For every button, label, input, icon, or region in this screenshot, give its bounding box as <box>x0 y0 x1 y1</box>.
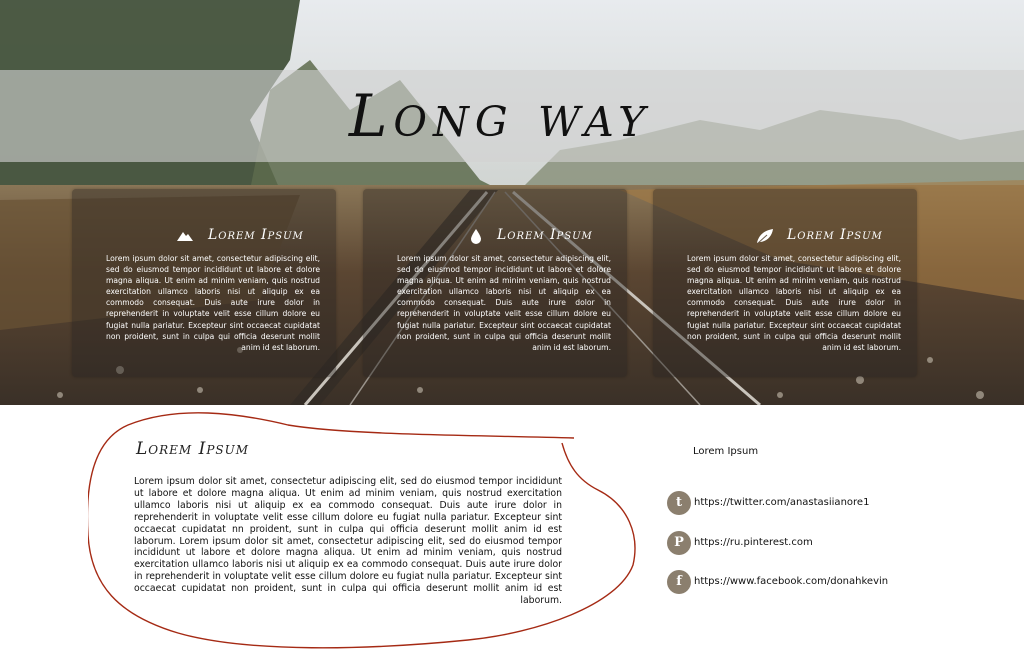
section-title: Lorem Ipsum <box>136 439 250 459</box>
card-header: Lorem Ipsum <box>653 227 917 245</box>
section-body: Lorem ipsum dolor sit amet, consectetur … <box>134 476 562 607</box>
facebook-icon[interactable]: f <box>667 570 691 594</box>
leaf-icon <box>755 227 773 245</box>
card-title: Lorem Ipsum <box>497 227 593 243</box>
social-link-pinterest[interactable]: P https://ru.pinterest.com <box>667 531 967 555</box>
social-heading: Lorem Ipsum <box>693 446 759 457</box>
pinterest-icon[interactable]: P <box>667 531 691 555</box>
about-section: Lorem Ipsum Lorem ipsum dolor sit amet, … <box>88 405 638 655</box>
card-body: Lorem ipsum dolor sit amet, consectetur … <box>397 254 611 352</box>
mountain-icon <box>176 227 194 245</box>
card-title: Lorem Ipsum <box>787 227 883 243</box>
pinterest-link[interactable]: https://ru.pinterest.com <box>694 537 813 548</box>
card-header: Lorem Ipsum <box>363 227 627 245</box>
twitter-icon[interactable]: t <box>667 491 691 515</box>
feature-card-leaf: Lorem Ipsum Lorem ipsum dolor sit amet, … <box>653 189 917 377</box>
facebook-link[interactable]: https://www.facebook.com/donahkevin <box>694 576 888 587</box>
social-link-twitter[interactable]: t https://twitter.com/anastasiianore1 <box>667 491 967 515</box>
hero-banner: Long way Lorem Ipsum Lorem ipsum dolor s… <box>0 0 1024 405</box>
card-body: Lorem ipsum dolor sit amet, consectetur … <box>687 254 901 352</box>
card-title: Lorem Ipsum <box>208 227 304 243</box>
social-link-facebook[interactable]: f https://www.facebook.com/donahkevin <box>667 570 967 594</box>
site-title: Long way <box>348 82 652 150</box>
water-drop-icon <box>467 227 485 245</box>
twitter-link[interactable]: https://twitter.com/anastasiianore1 <box>694 497 869 508</box>
card-body: Lorem ipsum dolor sit amet, consectetur … <box>106 254 320 352</box>
card-header: Lorem Ipsum <box>72 227 336 245</box>
feature-card-mountain: Lorem Ipsum Lorem ipsum dolor sit amet, … <box>72 189 336 377</box>
feature-card-water: Lorem Ipsum Lorem ipsum dolor sit amet, … <box>363 189 627 377</box>
